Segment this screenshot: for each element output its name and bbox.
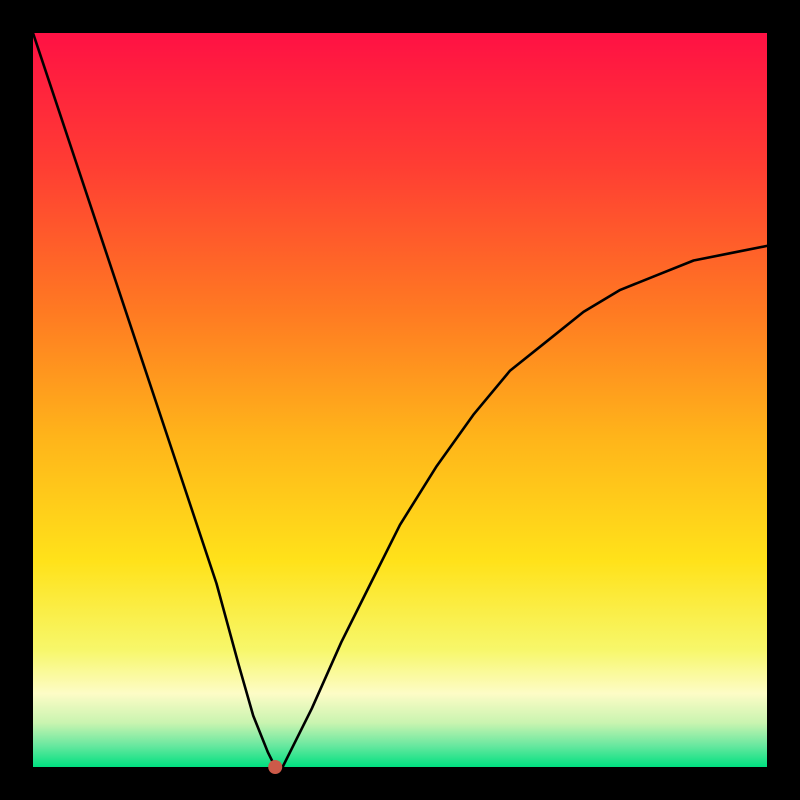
optimum-marker xyxy=(268,760,282,774)
chart-container: TheBottleneck.com xyxy=(0,0,800,800)
bottleneck-chart xyxy=(0,0,800,800)
plot-background xyxy=(33,33,767,767)
